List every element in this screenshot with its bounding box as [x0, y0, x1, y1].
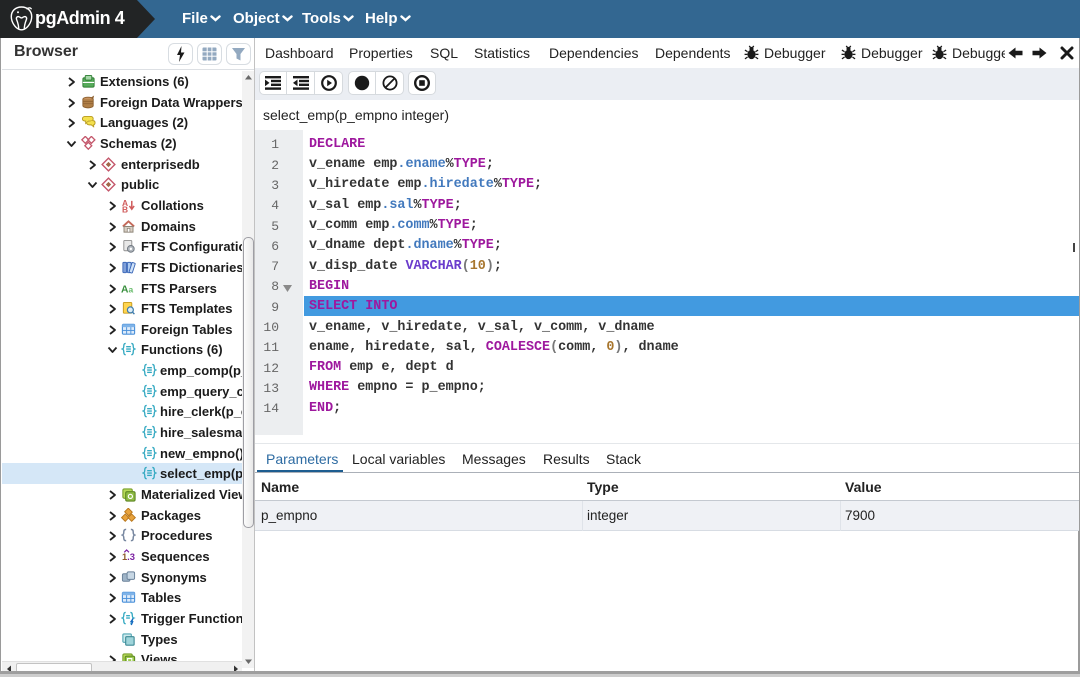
svg-text:a: a [129, 284, 134, 294]
svg-text:B: B [122, 204, 128, 212]
svg-text:.3: .3 [127, 552, 135, 562]
